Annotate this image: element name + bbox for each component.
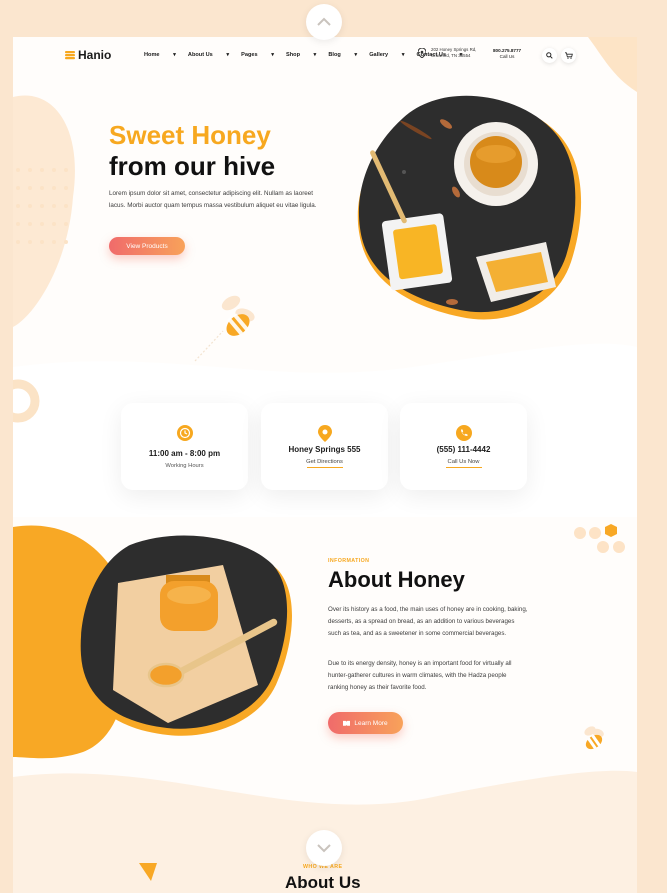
hero-title-line-1: Sweet Honey (109, 120, 271, 150)
scroll-down-button[interactable] (306, 830, 342, 866)
learn-more-label: Learn More (354, 719, 388, 727)
honeycomb-icon (574, 524, 625, 553)
header-address: 202 Honey Springs Rd, Crawford, TN 38554 (418, 47, 476, 59)
get-directions-link[interactable]: Get Directions (261, 459, 388, 468)
bee-icon (194, 295, 255, 362)
about-honey-image (79, 535, 292, 736)
hero-description: Lorem ipsum dolor sit amet, consectetur … (109, 190, 317, 209)
chevron-up-icon (317, 17, 331, 26)
phone-number: 800.275.8777 (493, 48, 522, 53)
phone-icon (455, 425, 472, 441)
about-section-label: INFORMATION (328, 558, 370, 564)
clock-icon (176, 425, 193, 441)
book-icon (343, 720, 351, 726)
about-paragraph-2: Due to its energy density, honey is an i… (328, 660, 512, 691)
location-value: Honey Springs 555 (288, 445, 361, 454)
cart-icon (564, 52, 573, 59)
search-button[interactable] (542, 48, 557, 63)
about-title: About Honey (328, 567, 465, 592)
call-label: Call Us (499, 54, 515, 59)
hero-title-line-2: from our hive (109, 151, 276, 181)
working-hours-value: 11:00 am - 8:00 pm (148, 449, 221, 458)
brand-logo[interactable]: Hanio (65, 48, 111, 62)
honeycomb-logo-icon (65, 51, 75, 60)
menu-item-shop[interactable]: Shop ▾ (286, 52, 316, 58)
info-card-phone: (555) 111-4442 Call Us Now (400, 403, 527, 490)
menu-item-blog[interactable]: Blog ▾ (328, 52, 357, 58)
location-icon (317, 425, 332, 442)
call-us-now-link[interactable]: Call Us Now (400, 459, 527, 468)
info-card-location: Honey Springs 555 Get Directions (261, 403, 388, 490)
menu-item-gallery[interactable]: Gallery ▾ (369, 52, 404, 58)
small-bee-icon (584, 726, 604, 750)
cart-button[interactable] (561, 48, 576, 63)
view-products-label: View Products (126, 242, 168, 250)
view-products-button[interactable]: View Products (109, 237, 185, 255)
info-card-hours: 11:00 am - 8:00 pm Working Hours (121, 403, 248, 490)
hero-honey-image (357, 95, 582, 320)
top-navigation: Hanio Home ▾ About Us ▾ Pages ▾ Shop ▾ B… (13, 37, 637, 77)
header-phone[interactable]: 800.275.8777 Call Us (493, 48, 521, 60)
brand-name: Hanio (78, 48, 112, 62)
about-paragraph-1: Over its history as a food, the main use… (328, 606, 528, 637)
search-icon (546, 52, 553, 59)
address-line-2: Crawford, TN 38554 (431, 53, 471, 58)
next-section-title: About Us (285, 873, 361, 892)
scroll-up-button[interactable] (306, 4, 342, 40)
phone-value: (555) 111-4442 (436, 445, 491, 454)
chevron-down-icon (317, 844, 331, 853)
location-pin-icon (418, 48, 426, 58)
learn-more-button[interactable]: Learn More (328, 712, 403, 734)
menu-item-pages[interactable]: Pages ▾ (241, 52, 274, 58)
hero-title: Sweet Honey from our hive (109, 120, 275, 182)
menu-item-home[interactable]: Home ▾ (144, 52, 176, 58)
working-hours-label: Working Hours (165, 463, 204, 469)
page-frame: Hanio Home ▾ About Us ▾ Pages ▾ Shop ▾ B… (13, 37, 637, 893)
menu-item-about[interactable]: About Us ▾ (188, 52, 229, 58)
